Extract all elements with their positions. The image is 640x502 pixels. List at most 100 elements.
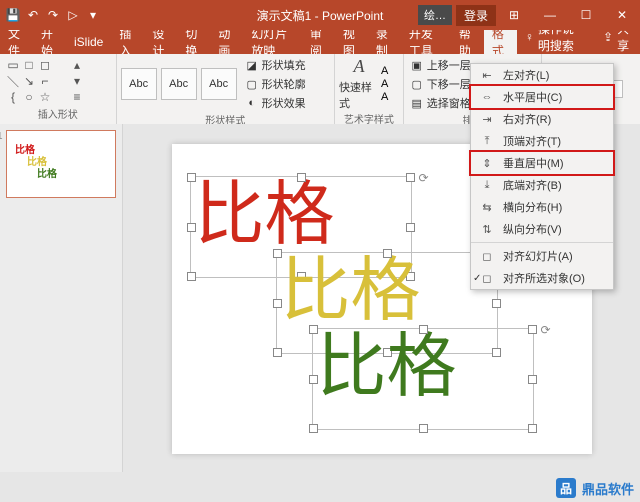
text-fill-icon[interactable]: A xyxy=(381,65,388,77)
align-item-label: 对齐所选对象(O) xyxy=(503,270,585,286)
tab-transitions[interactable]: 切换 xyxy=(177,30,210,54)
align-item-label: 纵向分布(V) xyxy=(503,221,562,237)
close-icon[interactable]: ✕ xyxy=(604,0,640,30)
slideshow-icon[interactable]: ▷ xyxy=(64,6,82,24)
text-effects-icon[interactable]: A xyxy=(381,91,388,103)
slide-thumbnail-1[interactable]: 1 比格 比格 比格 xyxy=(6,130,116,198)
align-item-icon: ◻ xyxy=(479,250,495,263)
tab-format[interactable]: 格式 xyxy=(484,30,517,54)
shape-outline-button[interactable]: ▢形状轮廓 xyxy=(243,75,308,93)
align-item-label: 横向分布(H) xyxy=(503,199,562,215)
gallery-up-icon[interactable]: ▴ xyxy=(70,58,84,72)
wordart-icon: A xyxy=(353,56,364,77)
tab-animations[interactable]: 动画 xyxy=(210,30,243,54)
style-preset-3[interactable]: Abc xyxy=(201,68,237,100)
tab-developer[interactable]: 开发工具 xyxy=(401,30,451,54)
shape-curly-icon[interactable]: { xyxy=(6,90,20,104)
align-menu-item-6[interactable]: ⇆ 横向分布(H) xyxy=(471,196,613,218)
shape-effects-button[interactable]: ◐形状效果 xyxy=(243,94,308,112)
align-item-icon: ⇆ xyxy=(479,201,495,214)
watermark-text: 鼎品软件 xyxy=(582,479,634,498)
align-menu-item-0[interactable]: ⇤ 左对齐(L) xyxy=(471,64,613,86)
window-tools-icon[interactable]: ⊞ xyxy=(496,0,532,30)
tab-islide[interactable]: iSlide xyxy=(66,30,111,54)
align-item-icon: ⇤ xyxy=(479,69,495,82)
shape-fill-button[interactable]: ◪形状填充 xyxy=(243,56,308,74)
bring-forward-button[interactable]: ▣上移一层 xyxy=(408,56,473,74)
style-preset-1[interactable]: Abc xyxy=(121,68,157,100)
undo-icon[interactable]: ↶ xyxy=(24,6,42,24)
shape-oval-icon[interactable]: ○ xyxy=(22,90,36,104)
quick-styles-button[interactable]: A 快速样式 xyxy=(339,56,379,111)
shape-elbow-icon[interactable]: ⌐ xyxy=(38,74,52,88)
shape-line-icon[interactable]: ＼ xyxy=(6,74,20,88)
style-preset-2[interactable]: Abc xyxy=(161,68,197,100)
align-item-icon: ⇕ xyxy=(479,157,495,170)
align-menu-item-2[interactable]: ⇥ 右对齐(R) xyxy=(471,108,613,130)
align-menu-item-7[interactable]: ⇅ 纵向分布(V) xyxy=(471,218,613,240)
title-bar: 💾 ↶ ↷ ▷ ▾ 演示文稿1 - PowerPoint 绘… 登录 ⊞ — ☐… xyxy=(0,0,640,30)
style-gallery[interactable]: Abc Abc Abc xyxy=(121,68,237,100)
send-backward-icon: ▢ xyxy=(410,77,424,91)
tab-view[interactable]: 视图 xyxy=(335,30,368,54)
fill-icon: ◪ xyxy=(245,58,259,72)
tab-insert[interactable]: 插入 xyxy=(111,30,144,54)
shape-arrow-icon[interactable]: ↘ xyxy=(22,74,36,88)
align-menu-item-10[interactable]: ◻ 对齐所选对象(O) xyxy=(471,267,613,289)
thumb-text-green: 比格 xyxy=(37,165,57,180)
gallery-down-icon[interactable]: ▾ xyxy=(70,74,84,88)
shape-gallery[interactable]: ▭□◻ ▴ ＼↘⌐ ▾ {○☆ ≡ xyxy=(4,56,98,106)
contextual-tab-label: 绘… xyxy=(418,5,452,25)
shape-rrect-icon[interactable]: ◻ xyxy=(38,58,52,72)
minimize-icon[interactable]: — xyxy=(532,0,568,30)
shape-rect-icon[interactable]: □ xyxy=(22,58,36,72)
gallery-more-icon[interactable]: ≡ xyxy=(70,90,84,104)
align-menu-item-3[interactable]: ⤒顶端对齐(T) xyxy=(471,130,613,152)
align-item-icon: ⤓ xyxy=(479,179,495,192)
watermark: 品 鼎品软件 xyxy=(556,474,634,502)
quick-access-toolbar: 💾 ↶ ↷ ▷ ▾ xyxy=(0,0,106,30)
tab-home[interactable]: 开始 xyxy=(33,30,66,54)
shape-spacer2 xyxy=(54,74,68,88)
group-wordart: A 快速样式 A A A 艺术字样式 xyxy=(335,54,404,124)
align-item-icon: ⇅ xyxy=(479,223,495,236)
align-item-label: 左对齐(L) xyxy=(503,67,549,83)
align-item-label: 顶端对齐(T) xyxy=(503,133,561,149)
align-menu-item-1[interactable]: ⇔ 水平居中(C) xyxy=(469,84,615,110)
align-item-icon: ⇔ xyxy=(479,91,495,103)
align-item-label: 底端对齐(B) xyxy=(503,177,562,193)
selection-pane-button[interactable]: ▤选择窗格 xyxy=(408,94,473,112)
save-icon[interactable]: 💾 xyxy=(4,6,22,24)
tab-slideshow[interactable]: 幻灯片放映 xyxy=(243,30,301,54)
send-backward-button[interactable]: ▢下移一层 xyxy=(408,75,473,93)
maximize-icon[interactable]: ☐ xyxy=(568,0,604,30)
watermark-logo-icon: 品 xyxy=(556,478,576,498)
align-menu-item-9[interactable]: ◻对齐幻灯片(A) xyxy=(471,245,613,267)
shape-textbox-icon[interactable]: ▭ xyxy=(6,58,20,72)
align-item-label: 水平居中(C) xyxy=(503,89,562,105)
shape-spacer3 xyxy=(54,90,68,104)
rotate-handle-icon[interactable]: ⟳ xyxy=(419,171,429,185)
lightbulb-icon: ♀ xyxy=(525,30,534,44)
tab-design[interactable]: 设计 xyxy=(144,30,177,54)
align-menu-item-4[interactable]: ⇕垂直居中(M) xyxy=(469,150,615,176)
login-button[interactable]: 登录 xyxy=(456,5,496,26)
tab-help[interactable]: 帮助 xyxy=(451,30,484,54)
align-item-label: 右对齐(R) xyxy=(503,111,551,127)
shape-star-icon[interactable]: ☆ xyxy=(38,90,52,104)
align-item-icon: ◻ xyxy=(479,272,495,285)
redo-icon[interactable]: ↷ xyxy=(44,6,62,24)
tab-file[interactable]: 文件 xyxy=(0,30,33,54)
window-title: 演示文稿1 - PowerPoint xyxy=(257,7,384,24)
tab-review[interactable]: 审阅 xyxy=(302,30,335,54)
align-menu-item-5[interactable]: ⤓ 底端对齐(B) xyxy=(471,174,613,196)
qat-more-icon[interactable]: ▾ xyxy=(84,6,102,24)
text-outline-icon[interactable]: A xyxy=(381,78,388,90)
rotate-handle-icon[interactable]: ⟳ xyxy=(541,323,551,337)
thumbnail-pane: 1 比格 比格 比格 xyxy=(0,124,123,472)
tab-record[interactable]: 录制 xyxy=(368,30,401,54)
effects-icon: ◐ xyxy=(245,96,259,110)
align-item-icon: ⇥ xyxy=(479,113,495,126)
textbox-green[interactable]: 比格 ⟳ xyxy=(312,328,534,430)
selection-pane-icon: ▤ xyxy=(410,96,424,110)
